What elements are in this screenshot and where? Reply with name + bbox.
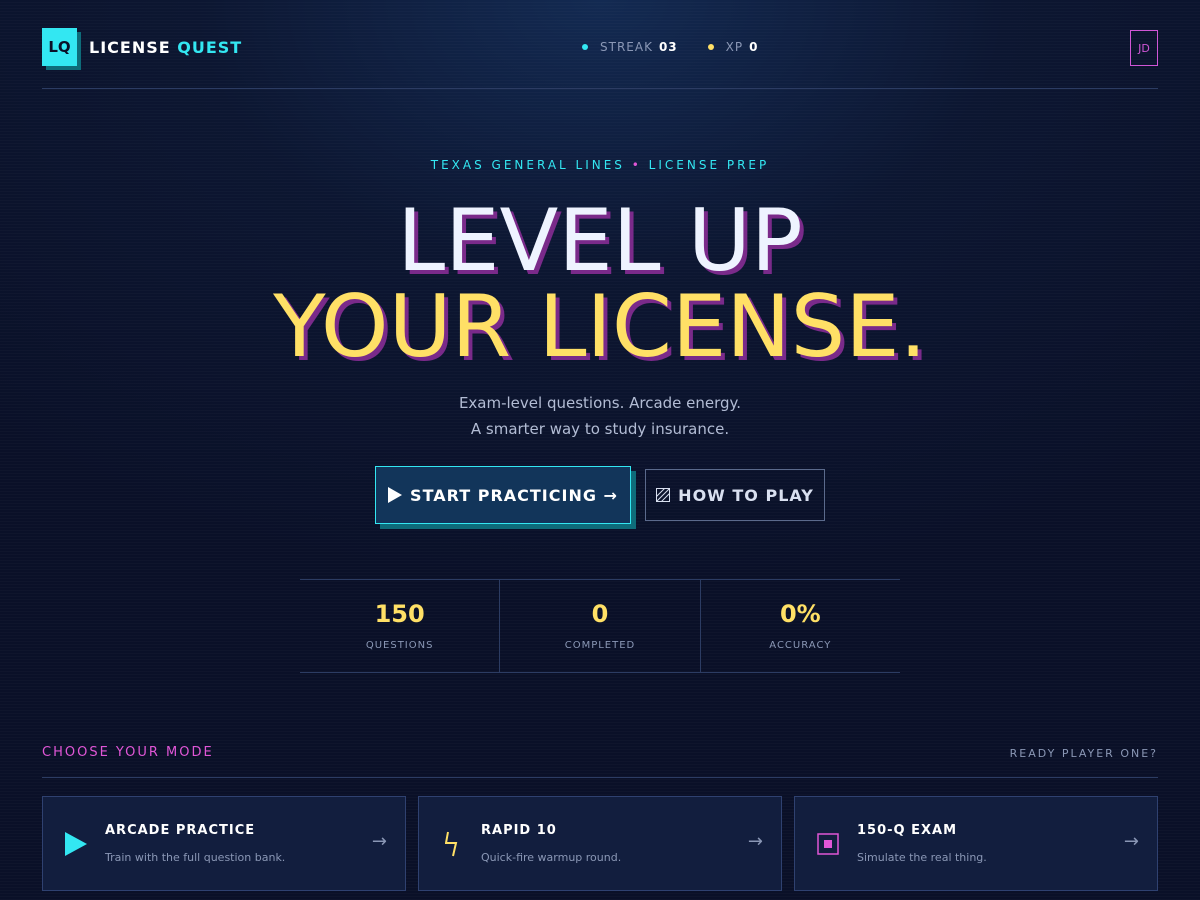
hero-title-line1: LEVEL UP	[397, 191, 803, 291]
brand-main: LICENSE	[89, 37, 171, 57]
square-target-icon	[815, 831, 841, 857]
mode-card-rapid-10[interactable]: RAPID 10 Quick-fire warmup round. →	[418, 796, 782, 891]
mode-card-desc: Simulate the real thing.	[857, 851, 987, 864]
start-practicing-label: START PRACTICING →	[410, 485, 618, 505]
modes-tagline: READY PLAYER ONE?	[1009, 747, 1158, 760]
streak-stat: STREAK 03	[582, 40, 678, 54]
stat-value: 150	[374, 600, 425, 628]
how-to-play-label: HOW TO PLAY	[678, 485, 814, 505]
streak-label: STREAK	[600, 40, 653, 54]
xp-value: 0	[749, 40, 759, 54]
hero-title-line2: YOUR LICENSE.	[273, 277, 927, 377]
logo[interactable]: LQ LICENSE QUEST	[42, 28, 242, 66]
stat-completed: 0 COMPLETED	[499, 580, 699, 672]
play-icon	[388, 487, 403, 503]
top-bar: LQ LICENSE QUEST STREAK 03 XP 0 JD	[42, 28, 1158, 89]
hero-buttons: START PRACTICING → HOW TO PLAY	[0, 466, 1200, 524]
hero-subtitle-line2: A smarter way to study insurance.	[470, 420, 730, 438]
mode-card-arcade-practice[interactable]: ARCADE PRACTICE Train with the full ques…	[42, 796, 406, 891]
hero-eyebrow: TEXAS GENERAL LINES • LICENSE PREP	[0, 158, 1200, 172]
mode-card-title: ARCADE PRACTICE	[105, 823, 256, 838]
brand-accent: QUEST	[177, 37, 243, 57]
mode-card-desc: Train with the full question bank.	[105, 851, 286, 864]
hero: TEXAS GENERAL LINES • LICENSE PREP LEVEL…	[0, 158, 1200, 442]
header-stats: STREAK 03 XP 0	[582, 40, 758, 54]
arrow-right-icon: →	[1123, 831, 1139, 852]
hero-subtitle-line1: Exam-level questions. Arcade energy.	[458, 394, 742, 412]
mode-card-150q-exam[interactable]: 150-Q EXAM Simulate the real thing. →	[794, 796, 1158, 891]
arrow-right-icon: →	[371, 831, 387, 852]
xp-dot-icon	[707, 44, 714, 50]
avatar[interactable]: JD	[1130, 30, 1158, 66]
eyebrow-separator: •	[631, 158, 642, 172]
xp-label: XP	[725, 40, 744, 54]
lightning-icon	[439, 831, 465, 857]
stat-value: 0%	[779, 600, 821, 628]
streak-dot-icon	[582, 44, 588, 50]
xp-stat: XP 0	[707, 40, 759, 54]
stat-label: QUESTIONS	[365, 640, 434, 651]
stats-grid: 150 QUESTIONS 0 COMPLETED 0% ACCURACY	[300, 579, 900, 673]
stat-value: 0	[591, 600, 609, 628]
streak-value: 03	[658, 40, 678, 54]
start-practicing-button[interactable]: START PRACTICING →	[375, 466, 631, 524]
stat-questions: 150 QUESTIONS	[300, 580, 499, 672]
stat-label: COMPLETED	[564, 640, 636, 651]
arrow-right-icon: →	[747, 831, 763, 852]
modes-header: CHOOSE YOUR MODE READY PLAYER ONE?	[42, 743, 1158, 778]
play-icon	[63, 831, 89, 857]
eyebrow-left: TEXAS GENERAL LINES	[430, 158, 625, 172]
mode-card-desc: Quick-fire warmup round.	[481, 851, 622, 864]
modes-title: CHOOSE YOUR MODE	[42, 745, 214, 760]
mode-card-title: RAPID 10	[481, 823, 557, 838]
stat-label: ACCURACY	[769, 640, 832, 651]
eyebrow-right: LICENSE PREP	[648, 158, 770, 172]
logo-mark: LQ	[42, 28, 77, 66]
mode-cards: ARCADE PRACTICE Train with the full ques…	[42, 796, 1158, 891]
stat-accuracy: 0% ACCURACY	[699, 580, 900, 672]
mode-card-title: 150-Q EXAM	[857, 823, 958, 838]
how-to-play-button[interactable]: HOW TO PLAY	[645, 469, 825, 521]
brand-name: LICENSE QUEST	[89, 38, 242, 57]
hero-subtitle: Exam-level questions. Arcade energy. A s…	[0, 390, 1200, 442]
grid-pattern-icon	[656, 488, 671, 502]
